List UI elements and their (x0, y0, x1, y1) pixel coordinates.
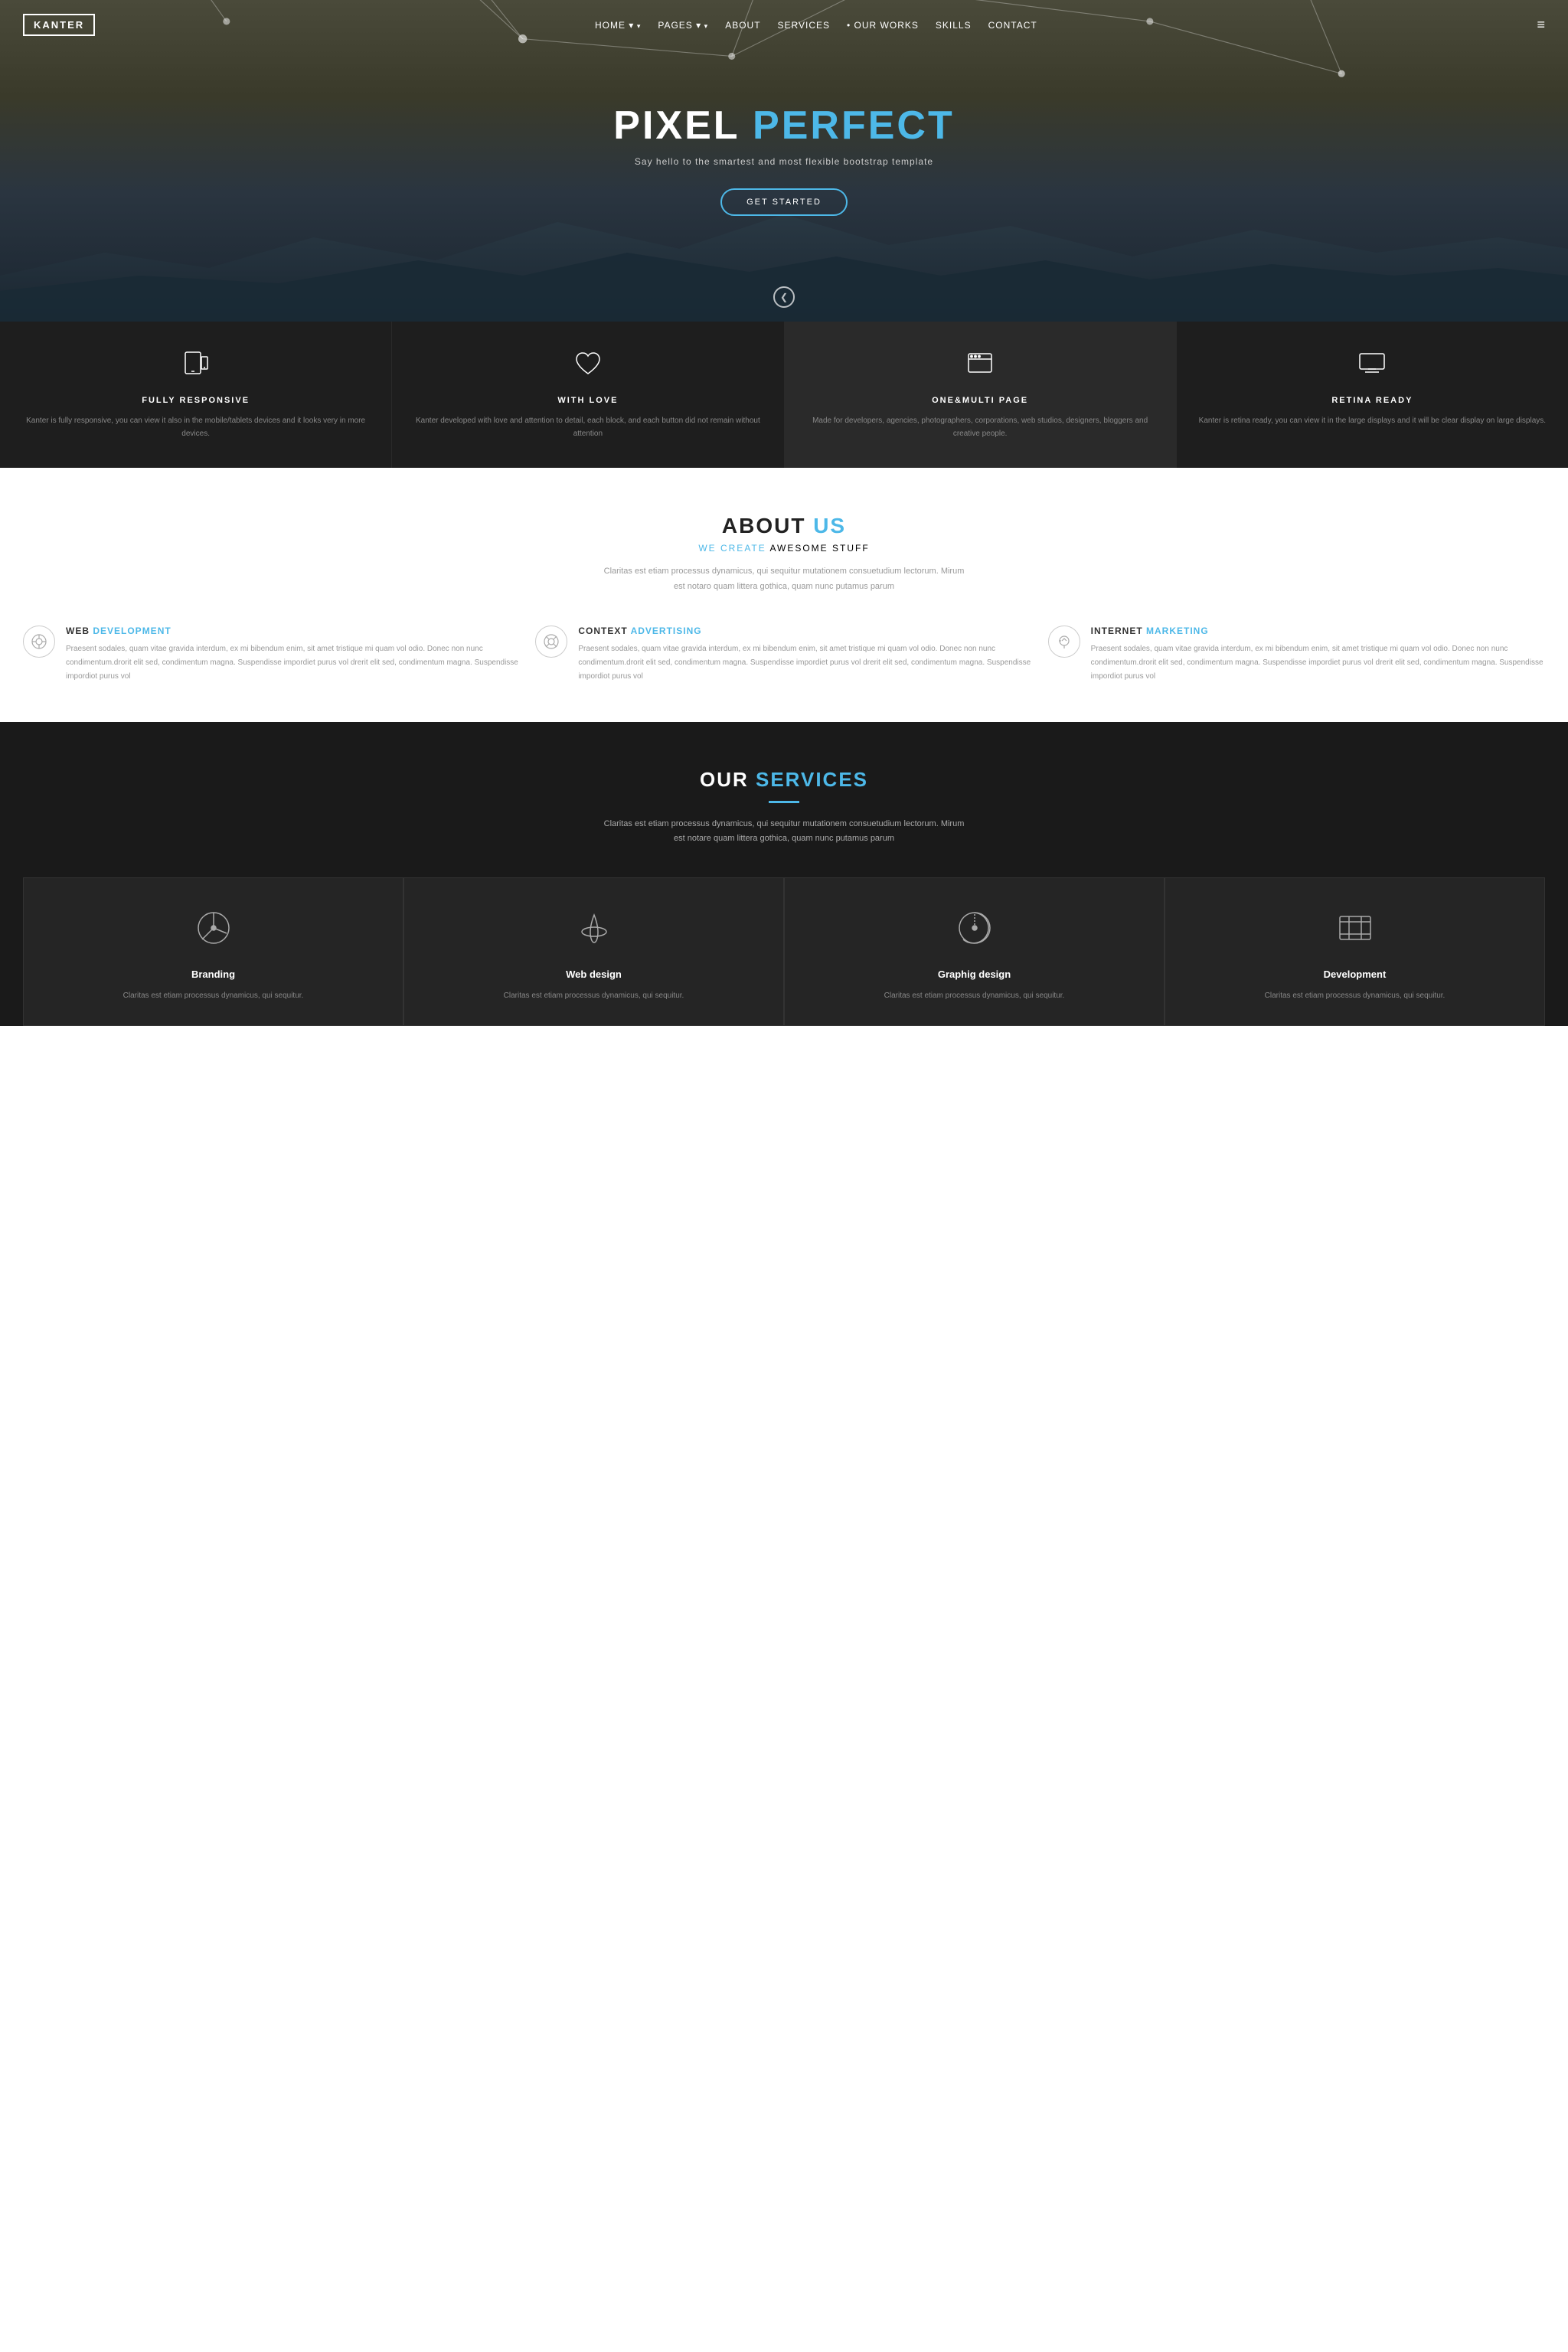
services-section: OUR SERVICES Claritas est etiam processu… (0, 722, 1568, 1027)
feature-desc-responsive: Kanter is fully responsive, you can view… (18, 414, 373, 440)
nav-item-about[interactable]: ABOUT (725, 18, 760, 32)
nav-item-services[interactable]: SERVICES (778, 18, 830, 32)
nav-item-our-works[interactable]: • OUR WORKS (847, 18, 919, 32)
hero-title-part2: PERFECT (753, 103, 955, 148)
advertising-content: CONTEXT ADVERTISING Praesent sodales, qu… (578, 626, 1032, 684)
about-feature-advertising: CONTEXT ADVERTISING Praesent sodales, qu… (535, 626, 1032, 684)
nav-item-contact[interactable]: CONTACT (988, 18, 1037, 32)
hamburger-icon[interactable]: ≡ (1537, 17, 1545, 33)
feature-icon-love (410, 349, 765, 385)
get-started-button[interactable]: GET STARTED (720, 188, 848, 216)
feature-desc-retina: Kanter is retina ready, you can view it … (1195, 414, 1550, 427)
feature-item-love: WITH LOVE Kanter developed with love and… (392, 322, 784, 468)
graphicdesign-desc: Claritas est etiam processus dynamicus, … (800, 989, 1148, 1002)
feature-desc-multipage: Made for developers, agencies, photograp… (803, 414, 1158, 440)
about-features-list: WEB DEVELOPMENT Praesent sodales, quam v… (23, 626, 1545, 684)
navbar: KANTER HOME ▾ PAGES ▾ ABOUT SERVICES • O… (0, 0, 1568, 50)
graphicdesign-icon (800, 909, 1148, 955)
about-subtitle-part2: AWESOME STUFF (769, 543, 869, 554)
services-title-part1: OUR (700, 768, 756, 791)
hero-content: PIXEL PERFECT Say hello to the smartest … (613, 106, 954, 216)
feature-title-multipage: ONE&MULTI PAGE (803, 396, 1158, 405)
marketing-title: INTERNET MARKETING (1091, 626, 1545, 636)
marketing-icon (1048, 626, 1080, 658)
web-dev-content: WEB DEVELOPMENT Praesent sodales, quam v… (66, 626, 520, 684)
web-dev-icon (23, 626, 55, 658)
hero-title: PIXEL PERFECT (613, 106, 954, 145)
webdesign-title: Web design (420, 969, 768, 980)
nav-links: HOME ▾ PAGES ▾ ABOUT SERVICES • OUR WORK… (595, 18, 1037, 32)
services-title: OUR SERVICES (23, 768, 1545, 792)
about-feature-marketing: INTERNET MARKETING Praesent sodales, qua… (1048, 626, 1545, 684)
feature-icon-multipage (803, 349, 1158, 385)
advertising-desc: Praesent sodales, quam vitae gravida int… (578, 642, 1032, 684)
advertising-icon (535, 626, 567, 658)
nav-item-skills[interactable]: SKILLS (936, 18, 972, 32)
hero-title-part1: PIXEL (613, 103, 753, 148)
brand-logo[interactable]: KANTER (23, 14, 95, 36)
service-card-branding: Branding Claritas est etiam processus dy… (23, 877, 403, 1026)
feature-item-retina: RETINA READY Kanter is retina ready, you… (1177, 322, 1568, 468)
development-icon (1181, 909, 1529, 955)
scroll-down-arrow[interactable]: ❮ (773, 286, 795, 308)
nav-item-home[interactable]: HOME ▾ (595, 18, 641, 32)
feature-item-multipage: ONE&MULTI PAGE Made for developers, agen… (785, 322, 1177, 468)
about-subtitle: WE CREATE AWESOME STUFF (23, 543, 1545, 554)
feature-desc-love: Kanter developed with love and attention… (410, 414, 765, 440)
about-feature-web-dev: WEB DEVELOPMENT Praesent sodales, quam v… (23, 626, 520, 684)
advertising-title: CONTEXT ADVERTISING (578, 626, 1032, 636)
service-card-graphicdesign: Graphig design Claritas est etiam proces… (784, 877, 1165, 1026)
feature-title-love: WITH LOVE (410, 396, 765, 405)
about-section: ABOUT US WE CREATE AWESOME STUFF Clarita… (0, 468, 1568, 722)
webdesign-icon (420, 909, 768, 955)
services-desc: Claritas est etiam processus dynamicus, … (600, 817, 968, 848)
service-card-development: Development Claritas est etiam processus… (1165, 877, 1545, 1026)
services-content: OUR SERVICES Claritas est etiam processu… (23, 768, 1545, 1027)
marketing-content: INTERNET MARKETING Praesent sodales, qua… (1091, 626, 1545, 684)
webdesign-desc: Claritas est etiam processus dynamicus, … (420, 989, 768, 1002)
branding-icon (39, 909, 387, 955)
feature-title-responsive: FULLY RESPONSIVE (18, 396, 373, 405)
about-title-part2: US (813, 514, 846, 537)
about-title-part1: ABOUT (722, 514, 813, 537)
branding-desc: Claritas est etiam processus dynamicus, … (39, 989, 387, 1002)
branding-title: Branding (39, 969, 387, 980)
development-desc: Claritas est etiam processus dynamicus, … (1181, 989, 1529, 1002)
feature-item-responsive: FULLY RESPONSIVE Kanter is fully respons… (0, 322, 392, 468)
feature-title-retina: RETINA READY (1195, 396, 1550, 405)
feature-icon-retina (1195, 349, 1550, 385)
services-divider (769, 801, 799, 803)
about-title: ABOUT US (23, 514, 1545, 538)
nav-item-pages[interactable]: PAGES ▾ (658, 18, 708, 32)
development-title: Development (1181, 969, 1529, 980)
service-card-webdesign: Web design Claritas est etiam processus … (403, 877, 784, 1026)
about-desc: Claritas est etiam processus dynamicus, … (600, 564, 968, 595)
marketing-desc: Praesent sodales, quam vitae gravida int… (1091, 642, 1545, 684)
about-subtitle-part1: WE CREATE (698, 543, 769, 554)
web-dev-desc: Praesent sodales, quam vitae gravida int… (66, 642, 520, 684)
services-grid: Branding Claritas est etiam processus dy… (23, 877, 1545, 1026)
graphicdesign-title: Graphig design (800, 969, 1148, 980)
features-section: FULLY RESPONSIVE Kanter is fully respons… (0, 322, 1568, 468)
feature-icon-responsive (18, 349, 373, 385)
web-dev-title: WEB DEVELOPMENT (66, 626, 520, 636)
hero-subtitle: Say hello to the smartest and most flexi… (613, 156, 954, 167)
services-title-part2: SERVICES (756, 768, 868, 791)
